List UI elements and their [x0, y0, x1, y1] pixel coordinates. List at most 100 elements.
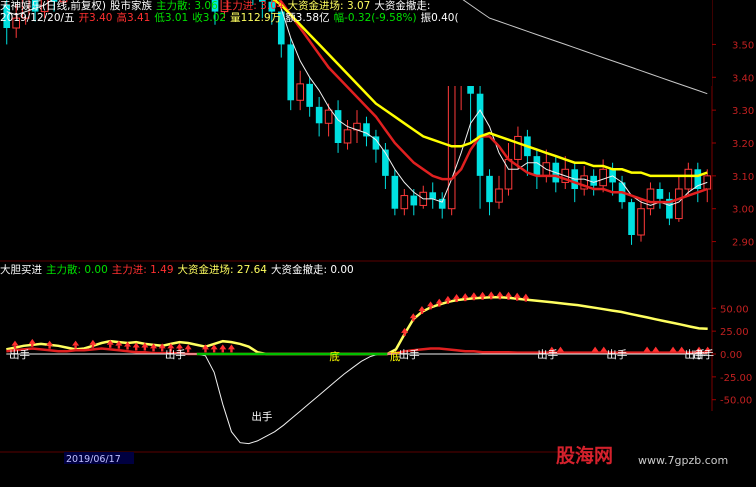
header-line-2: 2019/12/20/五 开3.40 高3.41 低3.01 收3.02 量112.9万额…	[0, 12, 463, 24]
buy-arrow-stem	[135, 347, 138, 351]
candle-body	[324, 109, 333, 124]
buy-arrow-stem	[221, 349, 224, 353]
indicator-annotation: 出手	[399, 348, 420, 361]
watermark-brand: 股海网	[556, 445, 614, 467]
candle	[287, 37, 295, 111]
header-segment: 2019/12/20/五	[0, 12, 75, 24]
buy-arrow-stem	[31, 343, 34, 347]
indicator-annotation: 出手	[693, 348, 714, 361]
candle-body	[296, 83, 305, 101]
price-tick-label: 3.20	[732, 139, 754, 150]
indicator-annotation: 出手	[606, 348, 627, 361]
buy-arrow-stem	[481, 296, 484, 300]
buy-arrow-stem	[48, 345, 51, 349]
candle-body	[637, 208, 645, 236]
buy-arrow-stem	[403, 332, 406, 336]
candle-body	[343, 129, 352, 144]
candle-body	[599, 168, 607, 187]
indicator-annotation: 出手	[9, 348, 30, 361]
buy-arrow-stem	[455, 299, 458, 303]
buy-arrow-stem	[515, 297, 519, 301]
buy-arrow-stem	[429, 306, 432, 310]
indicator-annotation: 出手	[165, 348, 186, 361]
candle-body	[684, 168, 693, 190]
candle-body	[429, 192, 437, 199]
price-tick-label: 3.10	[732, 172, 754, 183]
buy-arrow-stem	[160, 348, 164, 352]
buy-arrow-stem	[412, 318, 415, 322]
indicator-tick-label: -25.00	[720, 373, 752, 384]
candle-body	[533, 156, 541, 176]
candle	[391, 169, 399, 216]
buy-arrow-stem	[186, 349, 190, 353]
buy-arrow-stem	[143, 347, 147, 351]
buy-arrow-stem	[490, 296, 493, 300]
header-segment: 幅-0.32(-9.58%)	[333, 12, 417, 24]
header-line-1: 天神娱乐(日线,前复权) 股市家族 主力散: 3.06 主力进: 3.04 大资金进场:…	[0, 0, 434, 12]
candle-body	[656, 189, 664, 199]
buy-arrow-stem	[524, 298, 528, 302]
price-tick-label: 3.50	[732, 40, 754, 51]
candle-body	[447, 76, 456, 210]
indicator-tick-label: 0.00	[720, 350, 742, 361]
candle-body	[628, 202, 635, 235]
header-segment: 大资金进场: 3.07	[287, 0, 371, 12]
buy-arrow-stem	[212, 349, 216, 353]
price-tick-label: 3.40	[732, 73, 754, 84]
price-tick-label: 2.90	[732, 238, 754, 249]
candle-body	[287, 44, 295, 101]
candle-body	[504, 158, 513, 190]
buy-arrow-stem	[91, 344, 95, 348]
watermark-url: www.7gpzb.com	[638, 454, 729, 467]
header-segment: 开3.40	[78, 12, 113, 24]
buy-arrow-stem	[464, 298, 467, 302]
candle-body	[514, 135, 522, 160]
indicator-tick-label: 50.00	[720, 304, 749, 315]
candle-body	[334, 110, 342, 143]
overlay-mask	[428, 0, 712, 86]
header-segment: 额3.58亿	[285, 12, 330, 24]
candle-body	[438, 198, 446, 209]
candle-body	[400, 195, 409, 210]
candle-body	[486, 175, 493, 203]
header-segment: 天神娱乐(日线,前复权)	[0, 0, 107, 12]
header-segment: 主力散: 0.00	[46, 264, 108, 276]
watermark-box	[612, 411, 756, 487]
buy-arrow-stem	[126, 346, 129, 350]
buy-arrow-stem	[420, 310, 424, 314]
indicator-annotation: 出手	[251, 410, 272, 423]
overlay-mask	[186, 224, 569, 258]
candle-body	[590, 175, 597, 186]
header-segment: 大资金撤走: 0.00	[270, 264, 354, 276]
header-segment: 主力进: 1.49	[111, 264, 174, 276]
header-segment: 大胆买进	[0, 264, 42, 276]
buy-arrow-stem	[230, 349, 233, 353]
buy-arrow-stem	[438, 303, 441, 307]
candle-body	[410, 195, 418, 206]
candle-body	[315, 106, 323, 124]
buy-arrow-stem	[152, 348, 155, 352]
header-segment: 振0.40(	[420, 12, 459, 24]
candle-body	[495, 188, 503, 203]
indicator-annotation: 出手	[537, 348, 558, 361]
buy-arrow-stem	[507, 296, 510, 300]
header-segment: 股市家族	[110, 0, 153, 12]
header-segment: 高3.41	[116, 12, 151, 24]
buy-arrow-stem	[472, 297, 476, 301]
header-segment: 主力进: 3.04	[221, 0, 284, 12]
candle-body	[306, 83, 313, 107]
buy-arrow-stem	[117, 345, 121, 349]
indicator-annotation: 底	[329, 350, 340, 363]
header-segment: 量112.9万	[230, 12, 282, 24]
candle-body	[391, 175, 399, 209]
buy-arrow-stem	[446, 300, 450, 304]
header-segment: 低3.01	[154, 12, 189, 24]
indicator-tick-label: 25.00	[720, 327, 749, 338]
indicator-tick-label: -50.00	[720, 396, 752, 407]
header-segment: 主力散: 3.06	[156, 0, 218, 12]
buy-arrow-stem	[204, 349, 207, 353]
buy-arrow-stem	[74, 345, 77, 349]
header-segment: 收3.02	[192, 12, 227, 24]
candle-body	[675, 188, 683, 220]
price-tick-label: 3.00	[732, 205, 754, 216]
